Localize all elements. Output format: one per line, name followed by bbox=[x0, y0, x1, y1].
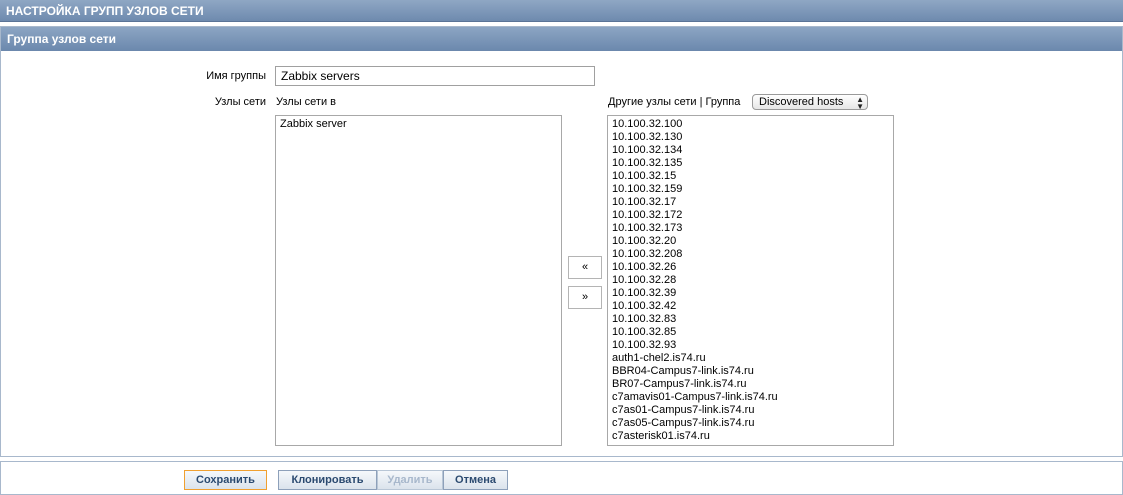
hosts-in-label: Узлы сети в bbox=[276, 96, 337, 108]
list-item[interactable]: 10.100.32.93 bbox=[612, 339, 889, 352]
list-item[interactable]: 10.100.32.135 bbox=[612, 157, 889, 170]
delete-button: Удалить bbox=[377, 470, 443, 490]
list-item[interactable]: 10.100.32.172 bbox=[612, 209, 889, 222]
list-item[interactable]: 10.100.32.83 bbox=[612, 313, 889, 326]
list-item[interactable]: 10.100.32.39 bbox=[612, 287, 889, 300]
form-title: Группа узлов сети bbox=[7, 32, 116, 46]
list-item[interactable]: 10.100.32.208 bbox=[612, 248, 889, 261]
list-item[interactable]: BBR04-Campus7-link.is74.ru bbox=[612, 365, 889, 378]
list-item[interactable]: 10.100.32.28 bbox=[612, 274, 889, 287]
clone-button[interactable]: Клонировать bbox=[278, 470, 377, 490]
list-item[interactable]: 10.100.32.20 bbox=[612, 235, 889, 248]
group-name-input[interactable] bbox=[275, 66, 595, 86]
move-right-button[interactable]: » bbox=[568, 286, 602, 309]
cancel-button[interactable]: Отмена bbox=[443, 470, 508, 490]
save-button[interactable]: Сохранить bbox=[184, 470, 267, 490]
select-arrows-icon: ▲ ▼ bbox=[856, 95, 864, 111]
list-item[interactable]: c7as01-Campus7-link.is74.ru bbox=[612, 404, 889, 417]
group-select[interactable]: Discovered hosts ▲ ▼ bbox=[752, 94, 868, 111]
list-item[interactable]: 10.100.32.15 bbox=[612, 170, 889, 183]
list-item[interactable]: 10.100.32.42 bbox=[612, 300, 889, 313]
list-item[interactable]: 10.100.32.85 bbox=[612, 326, 889, 339]
list-item[interactable]: Zabbix server bbox=[280, 118, 557, 131]
list-item[interactable]: 10.100.32.17 bbox=[612, 196, 889, 209]
other-hosts-listbox[interactable]: 10.100.32.100 10.100.32.130 10.100.32.134 1… bbox=[607, 115, 894, 446]
list-item[interactable]: 10.100.32.26 bbox=[612, 261, 889, 274]
list-item[interactable]: c7amavis01-Campus7-link.is74.ru bbox=[612, 391, 889, 404]
list-item[interactable]: 10.100.32.100 bbox=[612, 118, 889, 131]
host-group-form: Группа узлов сети Имя группы Узлы сети У… bbox=[0, 26, 1123, 457]
list-item[interactable]: 10.100.32.130 bbox=[612, 131, 889, 144]
form-footer: Сохранить Клонировать Удалить Отмена bbox=[0, 461, 1123, 495]
list-item[interactable]: 10.100.32.173 bbox=[612, 222, 889, 235]
list-item[interactable]: auth1-chel2.is74.ru bbox=[612, 352, 889, 365]
hosts-in-listbox[interactable]: Zabbix server bbox=[275, 115, 562, 446]
hosts-label: Узлы сети bbox=[214, 96, 266, 108]
form-header: Группа узлов сети bbox=[1, 27, 1122, 51]
list-item[interactable]: 10.100.32.134 bbox=[612, 144, 889, 157]
page-title-bar: НАСТРОЙКА ГРУПП УЗЛОВ СЕТИ bbox=[0, 0, 1123, 22]
page-title: НАСТРОЙКА ГРУПП УЗЛОВ СЕТИ bbox=[6, 4, 204, 18]
move-left-button[interactable]: « bbox=[568, 256, 602, 279]
list-item[interactable]: BR07-Campus7-link.is74.ru bbox=[612, 378, 889, 391]
list-item[interactable]: 10.100.32.159 bbox=[612, 183, 889, 196]
other-hosts-label: Другие узлы сети | Группа bbox=[608, 96, 741, 108]
list-item[interactable]: c7asterisk01.is74.ru bbox=[612, 430, 889, 443]
list-item[interactable]: c7as05-Campus7-link.is74.ru bbox=[612, 417, 889, 430]
group-name-label: Имя группы bbox=[206, 70, 266, 82]
group-select-value: Discovered hosts bbox=[759, 96, 844, 108]
